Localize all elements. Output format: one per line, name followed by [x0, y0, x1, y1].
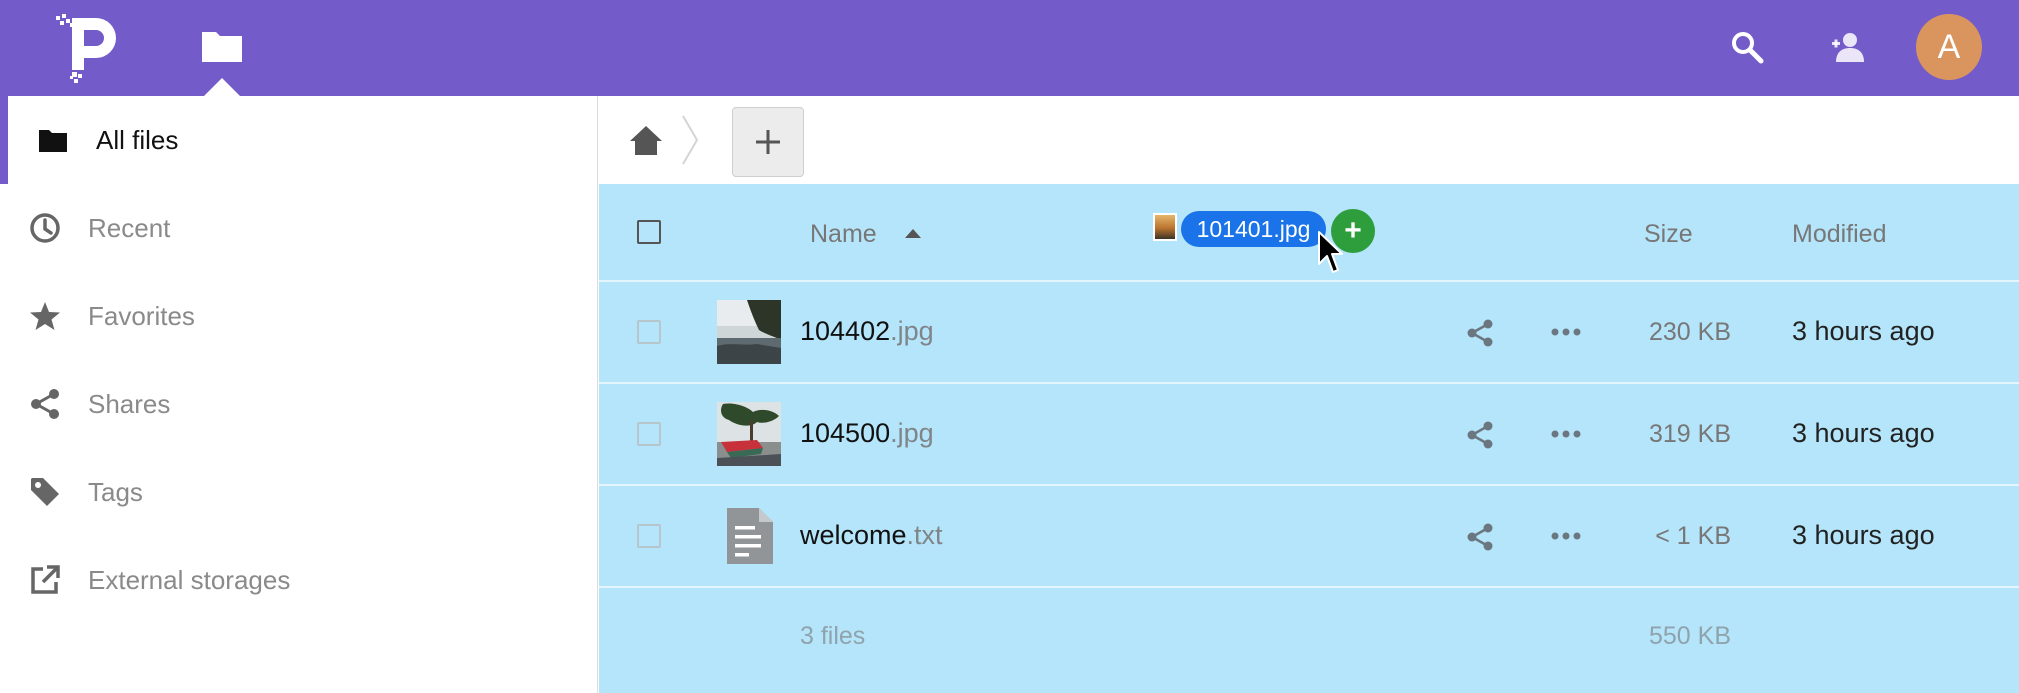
- file-name[interactable]: welcome.txt: [800, 520, 943, 551]
- contacts-icon[interactable]: [1830, 30, 1866, 64]
- active-app-indicator: [204, 78, 240, 96]
- file-list-summary: 3 files 550 KB: [599, 582, 2019, 692]
- drag-image-icon: [1153, 213, 1177, 241]
- share-icon: [28, 387, 62, 421]
- more-options-icon[interactable]: [1551, 428, 1581, 440]
- sidebar-item-all-files[interactable]: All files: [0, 96, 597, 184]
- folder-icon: [36, 123, 70, 157]
- sidebar-item-label: External storages: [88, 564, 291, 595]
- share-icon[interactable]: [1465, 522, 1495, 552]
- more-options-icon[interactable]: [1551, 530, 1581, 542]
- user-avatar[interactable]: A: [1916, 14, 1982, 80]
- breadcrumb: [599, 96, 2019, 184]
- file-row[interactable]: 104500.jpg 319 KB 3 hours ago: [599, 384, 2019, 486]
- file-name[interactable]: 104500.jpg: [800, 418, 934, 449]
- file-list: Name Size Modified 104402.jpg 230 KB 3 h…: [599, 184, 2019, 693]
- folder-icon[interactable]: [200, 28, 244, 64]
- more-options-icon[interactable]: [1551, 326, 1581, 338]
- file-name[interactable]: 104402.jpg: [800, 316, 934, 347]
- row-checkbox[interactable]: [637, 524, 661, 548]
- image-thumbnail: [717, 402, 781, 466]
- breadcrumb-separator: [682, 115, 699, 165]
- column-header-modified[interactable]: Modified: [1792, 220, 1887, 249]
- sort-ascending-icon[interactable]: [905, 229, 921, 238]
- sidebar: All files Recent Favorites Shares Tags E…: [0, 96, 598, 693]
- column-header-name[interactable]: Name: [810, 220, 877, 249]
- file-basename: welcome: [800, 520, 907, 550]
- share-icon[interactable]: [1465, 318, 1495, 348]
- sidebar-item-label: All files: [96, 124, 179, 155]
- clock-icon: [28, 211, 62, 245]
- file-row[interactable]: 104402.jpg 230 KB 3 hours ago: [599, 282, 2019, 384]
- file-size: < 1 KB: [1655, 522, 1731, 550]
- sidebar-item-shares[interactable]: Shares: [0, 360, 597, 448]
- share-icon[interactable]: [1465, 420, 1495, 450]
- tag-icon: [28, 475, 62, 509]
- select-all-checkbox[interactable]: [637, 220, 661, 244]
- new-button[interactable]: [732, 107, 804, 177]
- sidebar-item-external-storages[interactable]: External storages: [0, 536, 597, 624]
- row-checkbox[interactable]: [637, 422, 661, 446]
- file-size: 230 KB: [1648, 318, 1731, 346]
- sidebar-item-label: Shares: [88, 388, 171, 419]
- file-extension: .txt: [906, 520, 943, 550]
- sidebar-item-label: Tags: [88, 476, 143, 507]
- external-link-icon: [28, 563, 62, 597]
- search-icon[interactable]: [1730, 30, 1764, 64]
- sidebar-item-label: Favorites: [88, 300, 195, 331]
- plus-icon: [756, 130, 780, 154]
- pydio-logo[interactable]: [56, 14, 120, 86]
- column-header-size[interactable]: Size: [1644, 220, 1693, 249]
- text-file-icon: [727, 508, 773, 564]
- file-row[interactable]: welcome.txt < 1 KB 3 hours ago: [599, 486, 2019, 588]
- file-extension: .jpg: [890, 316, 934, 346]
- drag-filename[interactable]: 101401.jpg: [1181, 211, 1326, 247]
- mouse-cursor-icon: [1318, 231, 1343, 273]
- file-modified: 3 hours ago: [1792, 418, 1935, 448]
- sidebar-item-favorites[interactable]: Favorites: [0, 272, 597, 360]
- top-header: A: [0, 0, 2019, 96]
- file-basename: 104500: [800, 418, 891, 448]
- sidebar-item-label: Recent: [88, 212, 171, 243]
- file-basename: 104402: [800, 316, 891, 346]
- image-thumbnail: [717, 300, 781, 364]
- home-icon[interactable]: [629, 124, 663, 156]
- sidebar-item-recent[interactable]: Recent: [0, 184, 597, 272]
- file-extension: .jpg: [890, 418, 934, 448]
- row-checkbox[interactable]: [637, 320, 661, 344]
- total-size: 550 KB: [1648, 622, 1731, 650]
- file-count: 3 files: [800, 622, 866, 650]
- file-size: 319 KB: [1648, 420, 1731, 448]
- file-modified: 3 hours ago: [1792, 316, 1935, 346]
- main-content: Name Size Modified 104402.jpg 230 KB 3 h…: [599, 96, 2019, 693]
- sidebar-item-tags[interactable]: Tags: [0, 448, 597, 536]
- star-icon: [28, 299, 62, 333]
- file-modified: 3 hours ago: [1792, 520, 1935, 550]
